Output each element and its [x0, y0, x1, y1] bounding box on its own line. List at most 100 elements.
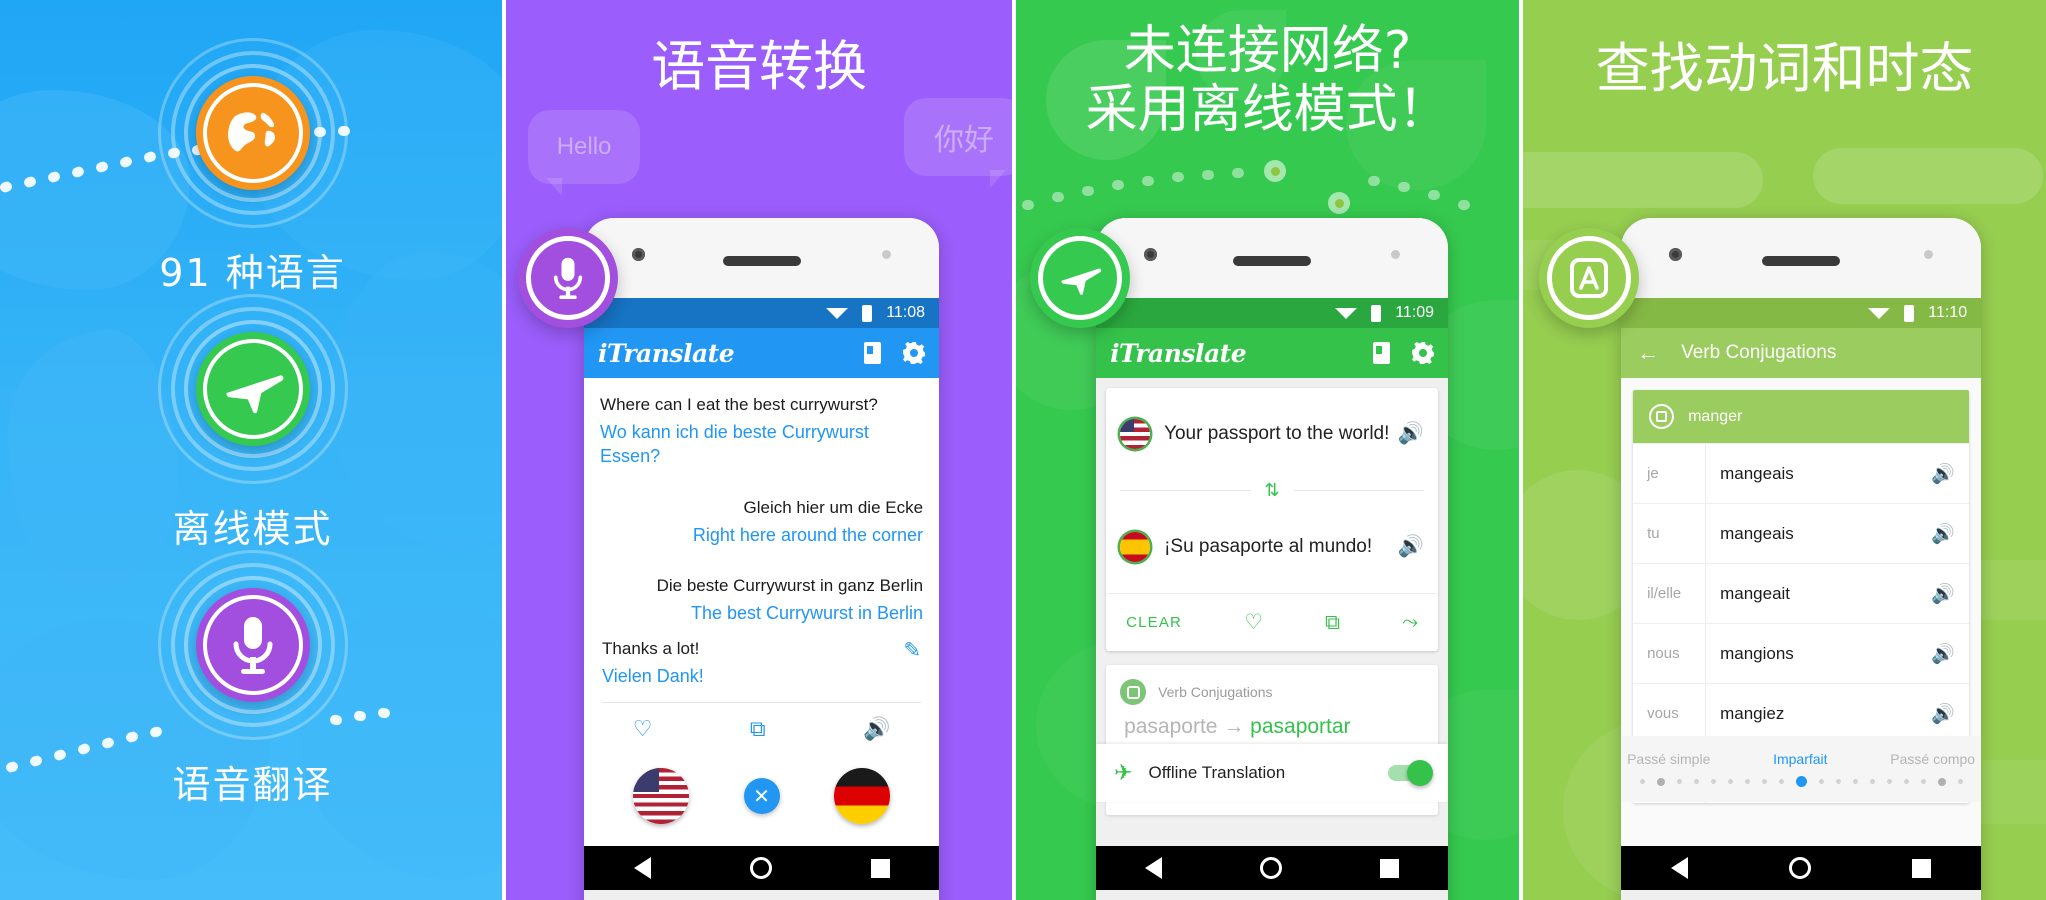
back-icon[interactable]	[1671, 857, 1689, 879]
speaker-icon[interactable]: 🔊	[1931, 642, 1969, 666]
verb-header: manger	[1633, 390, 1970, 443]
table-row[interactable]: tu mangeais 🔊	[1633, 503, 1970, 563]
clear-button[interactable]: CLEAR	[1126, 614, 1182, 631]
us-flag[interactable]	[1120, 419, 1151, 449]
dictionary-icon[interactable]	[864, 342, 882, 364]
de-flag[interactable]	[833, 768, 890, 824]
verb-form: mangeait	[1705, 564, 1931, 623]
home-icon[interactable]	[1260, 857, 1283, 879]
swap-vertical-icon[interactable]: ⇅	[1265, 480, 1280, 501]
globe-icon	[195, 76, 310, 190]
sensor-icon	[1391, 250, 1401, 259]
pencil-icon[interactable]: ✎	[903, 638, 921, 663]
status-bar: 11:10	[1621, 298, 1982, 328]
arrow-left-icon[interactable]: ←	[1637, 340, 1659, 366]
phone-top-bezel	[1096, 218, 1449, 298]
speaker-icon[interactable]: 🔊	[863, 716, 890, 742]
gear-icon[interactable]	[903, 342, 926, 364]
app-title: iTranslate	[1110, 338, 1247, 368]
verb-infinitive: pasaportar	[1250, 715, 1351, 738]
close-icon[interactable]: ✕	[743, 778, 780, 814]
phone-bottom-bezel	[584, 890, 940, 900]
target-row[interactable]: ¡Su pasaporte al mundo! 🔊	[1106, 501, 1438, 593]
heart-icon[interactable]: ♡	[633, 716, 653, 742]
bubble-text: 你好	[934, 124, 995, 157]
panel-verb-conjugations: 查找动词和时态 11:10 ← Verb Conjugations manger…	[1523, 0, 2046, 900]
recents-icon[interactable]	[870, 858, 890, 878]
back-icon[interactable]	[1145, 857, 1163, 879]
speaker-icon[interactable]: 🔊	[1931, 462, 1969, 486]
home-icon[interactable]	[749, 857, 772, 879]
speaker-icon[interactable]: 🔊	[1931, 522, 1969, 546]
pronoun: il/elle	[1647, 585, 1682, 602]
source-text: Die beste Currywurst in ganz Berlin	[656, 576, 924, 596]
camera-icon	[1669, 248, 1683, 261]
target-text: Wo kann ich die beste Currywurst Essen?	[600, 422, 869, 467]
share-icon[interactable]: ⤳	[1402, 611, 1418, 634]
phone-bottom-bezel	[1096, 890, 1449, 900]
status-time: 11:10	[1928, 304, 1968, 321]
camera-icon	[1144, 248, 1158, 261]
speaker-icon[interactable]: 🔊	[1931, 582, 1969, 606]
dictionary-icon[interactable]	[1373, 342, 1391, 364]
offline-toggle[interactable]	[1388, 760, 1434, 786]
input-source-text: Thanks a lot!	[602, 638, 700, 658]
input-card: Thanks a lot! Vielen Dank! ✎ ♡ ⧉ 🔊 ✕	[584, 623, 940, 846]
panel-voice-conversion: Hello 你好 语音转换 11:08 iTranslate Where can…	[506, 0, 1013, 900]
pronoun: je	[1647, 465, 1659, 482]
heart-icon[interactable]: ♡	[1244, 610, 1263, 635]
speaker-icon[interactable]: 🔊	[1931, 702, 1969, 726]
table-row[interactable]: nous mangions 🔊	[1633, 623, 1970, 683]
conversation-list: Where can I eat the best currywurst? Wo …	[584, 378, 939, 625]
offline-translation-bar[interactable]: ✈ Offline Translation	[1096, 744, 1449, 802]
recents-icon[interactable]	[1911, 858, 1931, 878]
bubble-hello: Hello	[528, 110, 641, 196]
table-row[interactable]: vous mangiez 🔊	[1633, 683, 1970, 743]
panel-offline-mode: 未连接网络? 采用离线模式！ 11:09 iTranslate Your pas…	[1016, 0, 1520, 900]
offline-label: Offline Translation	[1148, 763, 1286, 782]
app-bar: iTranslate	[1096, 328, 1449, 378]
target-text: The best Currywurst in Berlin	[690, 603, 924, 624]
back-icon[interactable]	[633, 857, 651, 879]
screen-title: Verb Conjugations	[1681, 342, 1837, 363]
copy-icon[interactable]: ⧉	[750, 716, 766, 742]
conversation-row[interactable]: Gleich hier um die Ecke Right here aroun…	[600, 497, 923, 547]
conversation-row[interactable]: Where can I eat the best currywurst? Wo …	[600, 394, 923, 469]
tense-current[interactable]: Imparfait	[1773, 751, 1827, 767]
swap-divider: ⇅	[1106, 480, 1438, 501]
sensor-icon	[1924, 250, 1934, 259]
phone-top-bezel	[1621, 218, 1982, 298]
feature-label: 离线模式	[172, 507, 333, 551]
copy-icon[interactable]: ⧉	[1325, 611, 1340, 635]
feature-voice: 语音翻译	[0, 550, 502, 809]
speaker-icon[interactable]: 🔊	[1398, 422, 1424, 446]
earpiece	[1233, 256, 1312, 266]
recents-icon[interactable]	[1380, 858, 1400, 878]
source-row[interactable]: Your passport to the world! 🔊	[1106, 388, 1438, 480]
pronoun: tu	[1647, 525, 1660, 542]
app-bar: ← Verb Conjugations	[1621, 328, 1982, 378]
phone-mock-3: 11:09 iTranslate Your passport to the wo…	[1096, 218, 1449, 900]
airplane-icon: ✈	[1114, 760, 1133, 785]
battery-icon	[1371, 304, 1382, 322]
phone-mock-2: 11:08 iTranslate Where can I eat the bes…	[584, 218, 940, 900]
speaker-icon[interactable]: 🔊	[1398, 535, 1424, 559]
airplane-icon	[195, 332, 310, 446]
conversation-row[interactable]: Die beste Currywurst in ganz Berlin The …	[600, 575, 923, 625]
home-icon[interactable]	[1789, 857, 1812, 879]
wifi-icon	[826, 307, 849, 319]
verb-form: mangiez	[1705, 684, 1931, 743]
table-row[interactable]: je mangeais 🔊	[1633, 443, 1970, 503]
tense-next[interactable]: Passé compo	[1890, 751, 1975, 767]
status-time: 11:09	[1395, 304, 1435, 321]
tense-prev[interactable]: Passé simple	[1627, 751, 1710, 767]
phone-top-bezel	[584, 218, 940, 298]
us-flag[interactable]	[633, 768, 690, 824]
table-row[interactable]: il/elle mangeait 🔊	[1633, 563, 1970, 623]
bubble-nihao: 你好	[904, 98, 1013, 188]
es-flag[interactable]	[1120, 532, 1151, 562]
airplane-badge-icon	[1030, 228, 1131, 328]
microphone-icon	[195, 588, 310, 702]
gear-icon[interactable]	[1412, 342, 1435, 364]
translate-badge-icon	[1120, 679, 1147, 705]
